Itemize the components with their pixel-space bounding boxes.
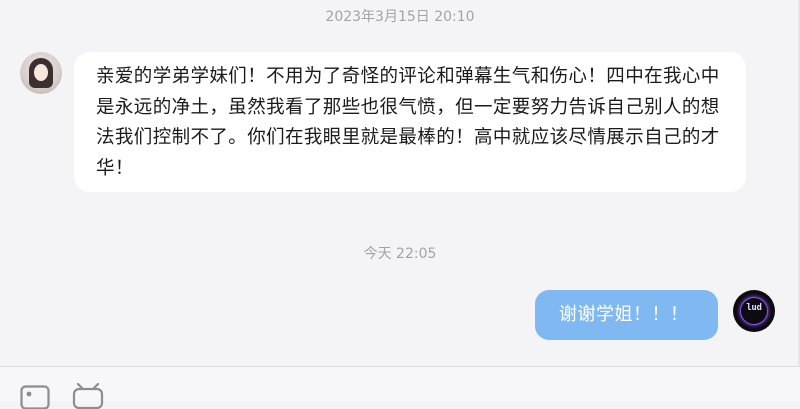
outgoing-message-bubble[interactable]: 谢谢学姐！！！: [535, 290, 718, 340]
input-toolbar: [0, 366, 800, 409]
incoming-message-bubble[interactable]: 亲爱的学弟学妹们！不用为了奇怪的评论和弹幕生气和伤心！四中在我心中是永远的净土，…: [74, 52, 746, 192]
message-timestamp: 2023年3月15日 20:10: [325, 9, 475, 25]
sender-avatar[interactable]: [20, 52, 62, 94]
message-timestamp: 今天 22:05: [363, 246, 437, 262]
image-icon[interactable]: [20, 385, 50, 409]
avatar-logo-text: lud: [746, 303, 762, 313]
self-avatar[interactable]: lud: [733, 290, 775, 332]
sticker-icon[interactable]: [72, 383, 104, 409]
chat-history[interactable]: 2023年3月15日 20:10 亲爱的学弟学妹们！不用为了奇怪的评论和弹幕生气…: [0, 0, 800, 366]
